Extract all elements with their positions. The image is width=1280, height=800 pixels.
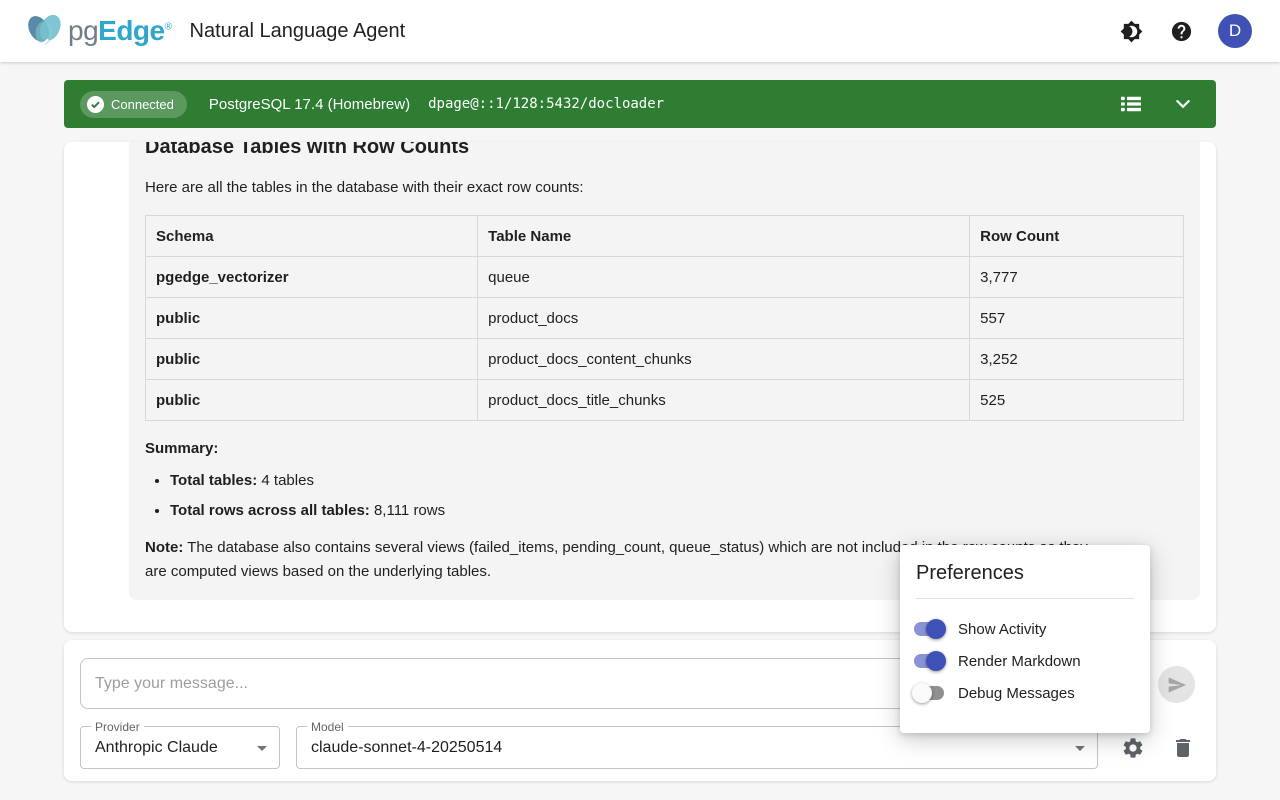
table-row: public product_docs_content_chunks 3,252 [146,339,1184,380]
toggle-thumb [926,619,946,639]
list-item: Total tables: 4 tables [170,470,1184,491]
settings-button[interactable] [1121,736,1145,760]
column-header-schema: Schema [146,216,478,257]
table-row: pgedge_vectorizer queue 3,777 [146,257,1184,298]
render-markdown-toggle[interactable] [912,651,946,671]
app-header: pgEdge® Natural Language Agent D [0,0,1280,62]
tables-row-count-table: Schema Table Name Row Count pgedge_vecto… [145,215,1184,421]
toggle-label: Debug Messages [958,685,1075,702]
show-activity-toggle[interactable] [912,619,946,639]
column-header-row-count: Row Count [970,216,1184,257]
chevron-down-icon [1176,100,1190,109]
toggle-label: Show Activity [958,621,1046,638]
brand-text: pgEdge® [68,15,172,47]
table-name-cell: product_docs_title_chunks [478,380,970,421]
dark-mode-toggle-button[interactable] [1118,18,1144,44]
row-count-cell: 525 [970,380,1184,421]
check-circle-icon [87,96,104,113]
toggle-thumb [926,651,946,671]
page-title: Natural Language Agent [190,20,406,43]
dark-mode-icon [1120,20,1143,43]
pgedge-heart-icon [24,12,66,50]
list-item: Total rows across all tables: 8,111 rows [170,500,1184,521]
connection-list-button[interactable] [1118,91,1144,117]
help-icon [1170,20,1193,43]
schema-cell: public [146,339,478,380]
send-icon [1167,675,1187,695]
row-count-cell: 3,777 [970,257,1184,298]
toggle-label: Render Markdown [958,653,1081,670]
message-intro: Here are all the tables in the database … [145,177,1184,198]
row-count-cell: 557 [970,298,1184,339]
preferences-popup: Preferences Show Activity Render Markdow… [900,545,1150,733]
gear-icon [1121,736,1145,760]
clear-chat-button[interactable] [1171,736,1195,760]
connection-collapse-button[interactable] [1170,91,1196,117]
provider-value: Anthropic Claude [95,739,218,757]
trash-icon [1171,736,1195,760]
preference-row-render-markdown: Render Markdown [912,645,1134,677]
debug-messages-toggle[interactable] [912,683,946,703]
table-name-cell: queue [478,257,970,298]
chevron-down-icon [1075,746,1085,751]
table-row: public product_docs_title_chunks 525 [146,380,1184,421]
send-button[interactable] [1158,666,1195,703]
help-button[interactable] [1168,18,1194,44]
provider-select[interactable]: Provider Anthropic Claude [80,726,280,769]
table-name-cell: product_docs [478,298,970,339]
schema-cell: public [146,298,478,339]
connection-bar: Connected PostgreSQL 17.4 (Homebrew) dpa… [64,80,1216,128]
preference-row-show-activity: Show Activity [912,613,1134,645]
summary-list: Total tables: 4 tables Total rows across… [170,470,1184,521]
provider-label: Provider [91,720,144,734]
model-value: claude-sonnet-4-20250514 [311,739,502,757]
assistant-message-bubble: Database Tables with Row Counts Here are… [129,142,1200,600]
schema-cell: public [146,380,478,421]
table-name-cell: product_docs_content_chunks [478,339,970,380]
summary-heading: Summary: [145,440,1184,457]
user-avatar[interactable]: D [1218,14,1252,48]
avatar-letter: D [1229,21,1241,41]
connection-status-badge: Connected [80,91,187,118]
schema-cell: pgedge_vectorizer [146,257,478,298]
list-icon [1121,96,1141,112]
preferences-title: Preferences [900,545,1150,598]
chevron-down-icon [257,746,267,751]
pgedge-logo: pgEdge® [24,12,172,50]
server-version-text: PostgreSQL 17.4 (Homebrew) [209,96,410,113]
row-count-cell: 3,252 [970,339,1184,380]
table-header-row: Schema Table Name Row Count [146,216,1184,257]
toggle-thumb [912,683,932,703]
table-row: public product_docs 557 [146,298,1184,339]
connection-string: dpage@::1/128:5432/docloader [428,96,664,112]
column-header-table-name: Table Name [478,216,970,257]
model-label: Model [307,720,348,734]
connection-status-text: Connected [111,97,174,112]
message-heading: Database Tables with Row Counts [145,142,1184,161]
preference-row-debug-messages: Debug Messages [912,677,1134,709]
